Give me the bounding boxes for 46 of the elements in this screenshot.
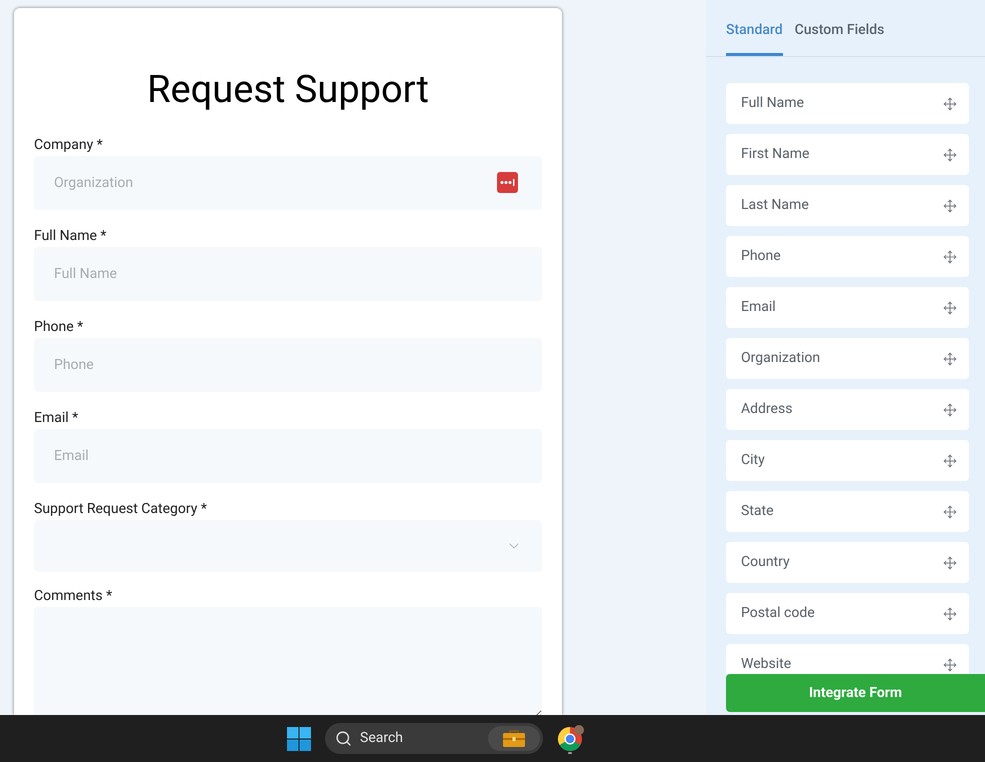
field-label: Email *	[34, 409, 80, 428]
field-item[interactable]: Last Name	[726, 185, 969, 226]
move-icon[interactable]	[943, 658, 957, 672]
move-icon[interactable]	[943, 250, 957, 264]
field-item[interactable]: Postal code	[726, 593, 969, 634]
field-label: Full Name *	[34, 227, 108, 246]
tab[interactable]: Custom Fields	[794, 20, 884, 56]
move-icon[interactable]	[943, 148, 957, 162]
field-item[interactable]: Website	[726, 644, 969, 674]
move-icon[interactable]	[943, 97, 957, 111]
comments-field[interactable]	[34, 607, 542, 715]
field-item[interactable]: State	[726, 491, 969, 532]
search-field[interactable]: Search	[360, 728, 480, 749]
password-manager-icon[interactable]	[497, 172, 518, 193]
move-icon[interactable]	[943, 301, 957, 315]
briefcase-icon[interactable]	[503, 730, 525, 747]
move-icon[interactable]	[943, 607, 957, 621]
field-item[interactable]: City	[726, 440, 969, 481]
move-icon[interactable]	[943, 556, 957, 570]
field-item[interactable]: Organization	[726, 338, 969, 379]
field-item[interactable]: First Name	[726, 134, 969, 175]
input-field[interactable]: Email	[34, 429, 542, 483]
move-icon[interactable]	[943, 505, 957, 519]
input-field[interactable]: Organization	[34, 156, 542, 210]
field-label: Support Request Category *	[34, 500, 208, 519]
taskbar-search-bar[interactable]: Search	[325, 723, 543, 754]
dropdown-field[interactable]	[34, 520, 542, 572]
field-item[interactable]: Phone	[726, 236, 969, 277]
move-icon[interactable]	[943, 352, 957, 366]
move-icon[interactable]	[943, 199, 957, 213]
field-item[interactable]: Full Name	[726, 83, 969, 124]
input-field[interactable]: Full Name	[34, 247, 542, 301]
move-icon[interactable]	[943, 403, 957, 417]
field-item[interactable]: Email	[726, 287, 969, 328]
form-title: Request Support	[146, 67, 430, 109]
field-item[interactable]: Address	[726, 389, 969, 430]
windows-icon[interactable]	[287, 726, 311, 750]
field-label: Company *	[34, 136, 104, 155]
field-item[interactable]: Country	[726, 542, 969, 583]
input-field[interactable]: Phone	[34, 338, 542, 392]
field-label: Comments *	[34, 587, 114, 606]
tab[interactable]: Standard	[726, 20, 783, 56]
move-icon[interactable]	[943, 454, 957, 468]
field-label: Phone *	[34, 318, 84, 337]
search-icon	[335, 730, 352, 747]
browser-icon[interactable]	[557, 724, 585, 754]
